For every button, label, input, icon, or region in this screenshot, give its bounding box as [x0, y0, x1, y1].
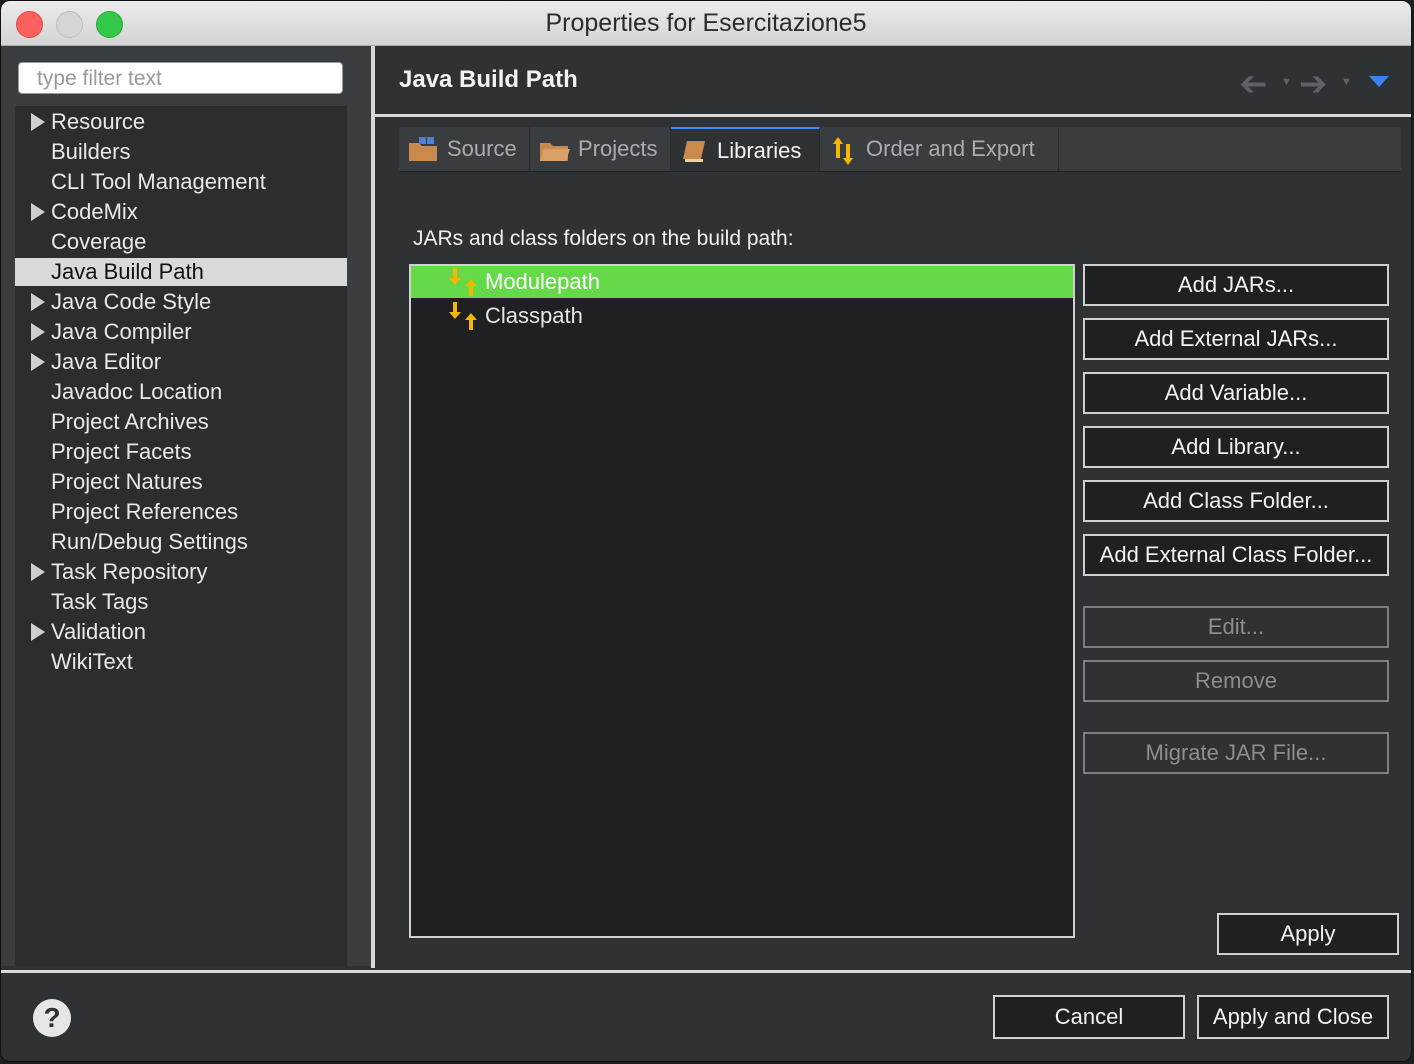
sidebar-item-builders[interactable]: Builders	[15, 138, 347, 166]
tab-strip: Source Projects Libraries Order and Expo…	[399, 127, 1401, 172]
list-item-classpath[interactable]: Classpath	[411, 300, 1073, 332]
order-arrows-icon	[833, 137, 853, 165]
tab-projects[interactable]: Projects	[530, 127, 671, 171]
add-class-folder-button[interactable]: Add Class Folder...	[1083, 480, 1389, 522]
add-library-button[interactable]: Add Library...	[1083, 426, 1389, 468]
tab-order-and-export-label: Order and Export	[866, 136, 1035, 161]
filter-input[interactable]: type filter text	[18, 62, 343, 94]
expand-arrow-icon[interactable]	[31, 623, 45, 641]
container-arrows-icon	[449, 302, 477, 330]
expand-arrow-icon[interactable]	[31, 203, 45, 221]
sidebar-item-codemix[interactable]: CodeMix	[15, 198, 347, 226]
sidebar-item-label: Java Compiler	[51, 319, 192, 344]
sidebar-item-label: WikiText	[51, 649, 133, 674]
sidebar-item-label: Run/Debug Settings	[51, 529, 248, 554]
source-folder-icon	[409, 137, 437, 161]
add-jars-button[interactable]: Add JARs...	[1083, 264, 1389, 306]
add-external-jars-button[interactable]: Add External JARs...	[1083, 318, 1389, 360]
sidebar-item-label: Java Build Path	[51, 259, 204, 284]
sidebar-item-task-repository[interactable]: Task Repository	[15, 558, 347, 586]
expand-arrow-icon[interactable]	[31, 113, 45, 131]
tab-projects-label: Projects	[578, 136, 658, 161]
expand-arrow-icon[interactable]	[31, 293, 45, 311]
sidebar-item-label: Task Repository	[51, 559, 208, 584]
list-item-label: Modulepath	[485, 269, 600, 294]
build-path-list[interactable]: Modulepath Classpath	[409, 264, 1075, 938]
apply-and-close-button[interactable]: Apply and Close	[1197, 995, 1389, 1039]
properties-dialog: Properties for Esercitazione5 type filte…	[0, 0, 1412, 1062]
preferences-sidebar: type filter text Resource Builders CLI Too…	[1, 46, 371, 966]
sidebar-item-run-debug-settings[interactable]: Run/Debug Settings	[15, 528, 347, 556]
sidebar-item-cli-tool-management[interactable]: CLI Tool Management	[15, 168, 347, 196]
sidebar-item-java-code-style[interactable]: Java Code Style	[15, 288, 347, 316]
sidebar-item-java-editor[interactable]: Java Editor	[15, 348, 347, 376]
dialog-button-bar: ? Cancel Apply and Close	[1, 970, 1411, 1061]
cancel-button[interactable]: Cancel	[993, 995, 1185, 1039]
sidebar-item-label: Java Editor	[51, 349, 162, 374]
expand-arrow-icon[interactable]	[31, 353, 45, 371]
page-header: Java Build Path ➔ ▼ ➔ ▼	[375, 46, 1411, 117]
title-bar: Properties for Esercitazione5	[1, 1, 1411, 46]
tab-libraries[interactable]: Libraries	[671, 127, 820, 171]
library-book-icon	[683, 141, 705, 162]
migrate-jar-button[interactable]: Migrate JAR File...	[1083, 732, 1389, 774]
list-item-modulepath[interactable]: Modulepath	[411, 266, 1073, 298]
sidebar-item-validation[interactable]: Validation	[15, 618, 347, 646]
sidebar-item-label: Coverage	[51, 229, 147, 254]
tab-source[interactable]: Source	[399, 127, 530, 171]
sidebar-item-label: Project Facets	[51, 439, 192, 464]
sidebar-item-task-tags[interactable]: Task Tags	[15, 588, 347, 616]
tab-source-label: Source	[447, 136, 517, 161]
build-path-label: JARs and class folders on the build path…	[413, 227, 794, 250]
sidebar-item-label: CLI Tool Management	[51, 169, 266, 194]
sidebar-item-label: CodeMix	[51, 199, 138, 224]
sidebar-item-label: Javadoc Location	[51, 379, 223, 404]
sidebar-item-label: Task Tags	[51, 589, 149, 614]
sidebar-item-label: Project Archives	[51, 409, 209, 434]
property-page: Java Build Path ➔ ▼ ➔ ▼ Source Projects …	[375, 46, 1411, 966]
sidebar-item-label: Resource	[51, 109, 146, 134]
sidebar-item-label: Builders	[51, 139, 131, 164]
sidebar-item-javadoc-location[interactable]: Javadoc Location	[15, 378, 347, 406]
page-title: Java Build Path	[399, 66, 578, 93]
expand-arrow-icon[interactable]	[31, 563, 45, 581]
remove-button[interactable]: Remove	[1083, 660, 1389, 702]
forward-arrow-icon[interactable]: ➔	[1299, 64, 1328, 104]
tab-libraries-label: Libraries	[717, 138, 802, 163]
back-arrow-icon[interactable]: ➔	[1239, 64, 1268, 104]
tabs-area: Source Projects Libraries Order and Expo…	[375, 120, 1403, 965]
sidebar-item-label: Project References	[51, 499, 239, 524]
forward-dropdown-icon[interactable]: ▼	[1341, 76, 1352, 88]
expand-arrow-icon[interactable]	[31, 323, 45, 341]
sidebar-item-project-facets[interactable]: Project Facets	[15, 438, 347, 466]
edit-button[interactable]: Edit...	[1083, 606, 1389, 648]
sidebar-item-label: Validation	[51, 619, 146, 644]
sidebar-item-label: Project Natures	[51, 469, 203, 494]
sidebar-item-resource[interactable]: Resource	[15, 108, 347, 136]
sidebar-item-label: Java Code Style	[51, 289, 212, 314]
sidebar-item-project-natures[interactable]: Project Natures	[15, 468, 347, 496]
back-dropdown-icon[interactable]: ▼	[1281, 76, 1292, 88]
add-external-class-folder-button[interactable]: Add External Class Folder...	[1083, 534, 1389, 576]
list-item-label: Classpath	[485, 303, 583, 328]
sidebar-item-wikitext[interactable]: WikiText	[15, 648, 347, 676]
add-variable-button[interactable]: Add Variable...	[1083, 372, 1389, 414]
apply-button[interactable]: Apply	[1217, 913, 1399, 955]
tab-order-and-export[interactable]: Order and Export	[820, 127, 1059, 171]
view-menu-icon[interactable]	[1369, 76, 1389, 87]
preferences-tree: Resource Builders CLI Tool Management CodeM…	[15, 106, 347, 966]
help-icon[interactable]: ?	[33, 999, 71, 1037]
sidebar-item-java-compiler[interactable]: Java Compiler	[15, 318, 347, 346]
sidebar-item-project-archives[interactable]: Project Archives	[15, 408, 347, 436]
folder-icon	[540, 143, 570, 161]
container-arrows-icon	[449, 268, 477, 296]
sidebar-item-coverage[interactable]: Coverage	[15, 228, 347, 256]
sidebar-item-java-build-path[interactable]: Java Build Path	[15, 258, 347, 286]
sidebar-item-project-references[interactable]: Project References	[15, 498, 347, 526]
window-title: Properties for Esercitazione5	[545, 9, 867, 37]
